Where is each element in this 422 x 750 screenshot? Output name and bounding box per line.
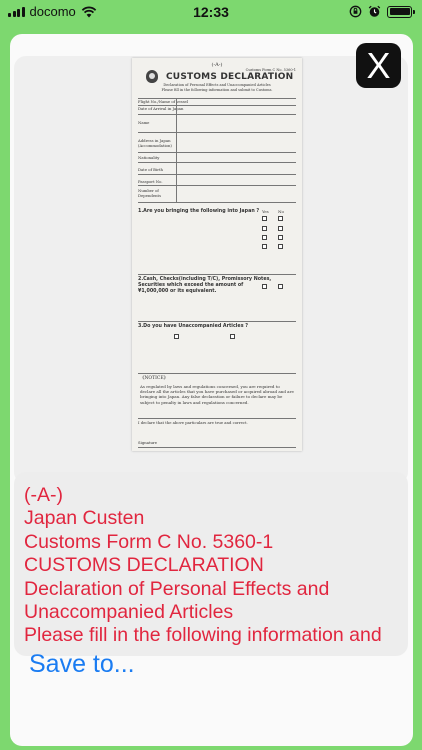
doc-notice-title: 《NOTICE》 [140, 376, 169, 381]
ocr-line: Customs Form C No. 5360-1 [24, 530, 274, 553]
ocr-line: CUSTOMS DECLARATION [24, 554, 264, 577]
doc-checkbox [262, 226, 267, 231]
doc-field: Flight No./Name of vessel [138, 99, 188, 104]
doc-checkbox [262, 235, 267, 240]
doc-checkbox [278, 216, 283, 221]
doc-rule [138, 274, 296, 275]
close-button[interactable]: X [356, 43, 401, 88]
doc-field: Number of Dependents [138, 188, 162, 198]
doc-notice-text: As regulated by laws and regulations con… [140, 384, 294, 405]
doc-rule [138, 152, 296, 153]
doc-rule [138, 132, 296, 133]
ocr-line: (-A-) [24, 484, 63, 506]
doc-checkbox [230, 334, 235, 339]
doc-rule [138, 185, 296, 186]
doc-field: Date of Birth [138, 167, 163, 172]
doc-field: Passport No. [138, 179, 163, 184]
alarm-icon [368, 5, 381, 17]
status-right [349, 5, 415, 18]
doc-rule [138, 114, 296, 115]
doc-checkbox [174, 334, 179, 339]
result-sheet: (-A-) Customs Form C No. 5360-1 CUSTOMS … [10, 34, 413, 746]
ocr-line: Please fill in the following information… [24, 624, 382, 647]
doc-rule [138, 321, 296, 322]
doc-checkbox [262, 244, 267, 249]
doc-instruction: Please fill in the following information… [161, 88, 273, 92]
doc-field: Nationality [138, 155, 160, 160]
document-image-panel: (-A-) Customs Form C No. 5360-1 CUSTOMS … [14, 56, 408, 484]
doc-title: CUSTOMS DECLARATION [166, 72, 294, 82]
orientation-lock-icon [349, 5, 362, 18]
recognized-text-panel[interactable]: (-A-) Japan Custen Customs Form C No. 53… [14, 472, 408, 656]
doc-certify: I declare that the above particulars are… [138, 420, 248, 425]
customs-emblem-icon [146, 70, 158, 83]
ocr-line: Unaccompanied Articles [24, 601, 234, 624]
doc-rule [138, 418, 296, 419]
doc-checkbox [278, 284, 283, 289]
doc-field: Address in Japan (Accommodation) [138, 138, 172, 148]
doc-rule [138, 174, 296, 175]
doc-question-2: 2.Cash, Checks(including T/C), Promissor… [138, 277, 272, 294]
doc-rule [138, 202, 296, 203]
scanned-document: (-A-) Customs Form C No. 5360-1 CUSTOMS … [132, 58, 302, 451]
doc-subtitle: Declaration of Personal Effects and Unac… [163, 83, 271, 87]
status-bar: docomo 12:33 [0, 0, 422, 24]
doc-question-3: 3.Do you have Unaccompanied Articles ? [138, 324, 248, 329]
doc-no-label: No [278, 209, 284, 214]
doc-rule [138, 447, 296, 448]
doc-checkbox [278, 235, 283, 240]
doc-field: Name [138, 120, 150, 125]
doc-rule [138, 162, 296, 163]
doc-signature: Signature [138, 440, 157, 445]
doc-checkbox [262, 284, 267, 289]
ocr-line: Japan Custen [24, 507, 145, 530]
doc-checkbox [278, 226, 283, 231]
doc-column-rule [176, 98, 177, 202]
doc-checkbox [278, 244, 283, 249]
doc-rule [138, 373, 296, 374]
doc-yes-label: Yes [262, 209, 269, 214]
save-to-button[interactable]: Save to... [29, 650, 135, 679]
ocr-line: Declaration of Personal Effects and [24, 577, 330, 600]
battery-icon [387, 5, 415, 18]
doc-checkbox [262, 216, 267, 221]
doc-question-1: 1.Are you bringing the following into Ja… [138, 209, 260, 214]
